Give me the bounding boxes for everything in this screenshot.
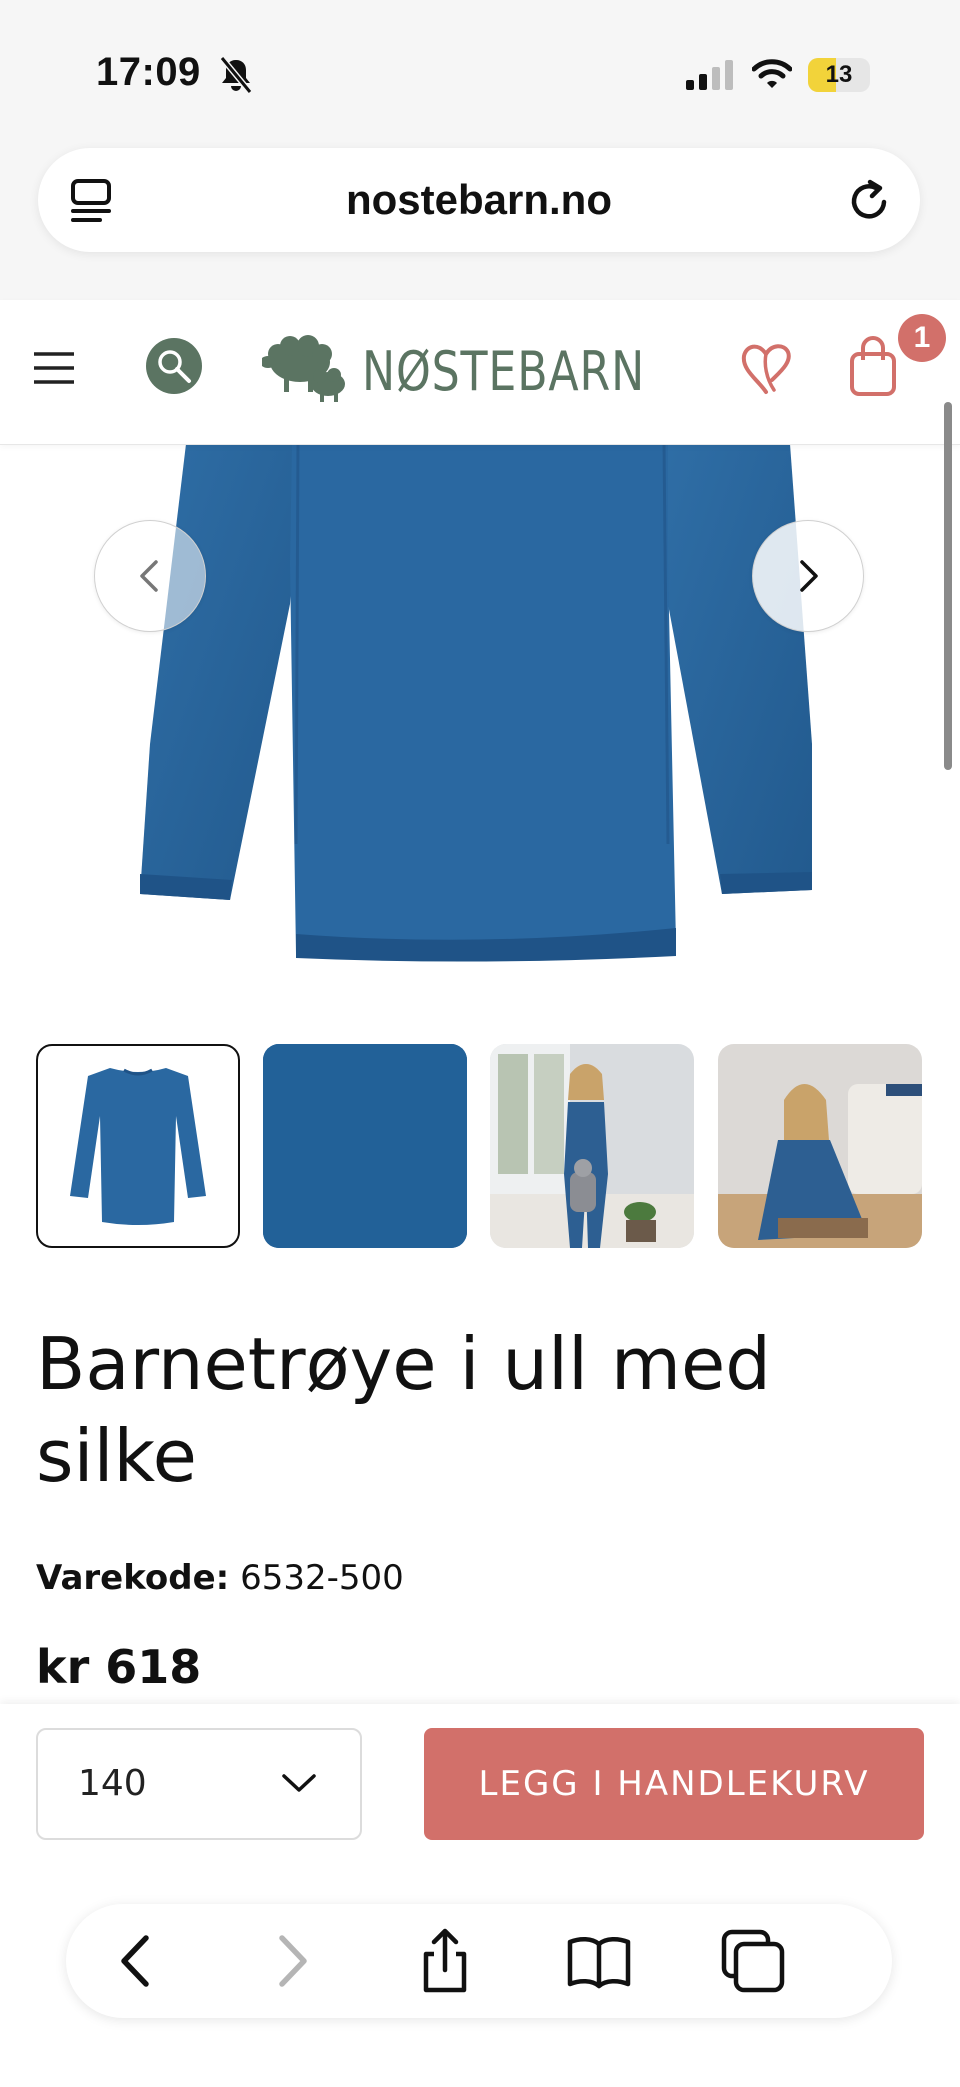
sku-label: Varekode: bbox=[36, 1558, 230, 1598]
product-title: Barnetrøye i ull med silke bbox=[36, 1322, 772, 1498]
share-button[interactable] bbox=[410, 1926, 480, 1996]
thumbnail-4[interactable] bbox=[718, 1044, 922, 1248]
forward-icon bbox=[279, 1935, 307, 1987]
chevron-right-icon bbox=[800, 560, 818, 592]
bag-icon[interactable] bbox=[848, 336, 898, 398]
size-select[interactable]: 140 bbox=[36, 1728, 362, 1840]
reload-icon[interactable] bbox=[848, 178, 892, 224]
back-button[interactable] bbox=[102, 1926, 172, 1996]
girl-standing-photo bbox=[490, 1044, 694, 1248]
thumbnail-3[interactable] bbox=[490, 1044, 694, 1248]
battery-indicator: 13 bbox=[808, 58, 870, 92]
bell-slash-icon bbox=[219, 56, 253, 94]
bookmarks-button[interactable] bbox=[564, 1926, 634, 1996]
product-price: kr 618 bbox=[36, 1640, 202, 1694]
back-icon bbox=[121, 1935, 149, 1987]
fabric-closeup-image bbox=[263, 1044, 467, 1248]
sweater-thumbnail-image bbox=[70, 1068, 206, 1225]
site-logo[interactable]: NØSTEBARN bbox=[262, 328, 644, 418]
share-icon bbox=[423, 1928, 467, 1993]
tabs-overview-icon bbox=[721, 1929, 785, 1993]
selected-size: 140 bbox=[78, 1763, 147, 1804]
chevron-down-icon bbox=[282, 1774, 316, 1792]
menu-icon[interactable] bbox=[32, 350, 76, 386]
wifi-icon bbox=[752, 59, 792, 88]
site-header: NØSTEBARN 1 bbox=[0, 300, 960, 445]
product-sku: Varekode: 6532-500 bbox=[36, 1558, 404, 1598]
product-main-image[interactable] bbox=[0, 444, 960, 1004]
status-time: 17:09 bbox=[96, 50, 201, 94]
search-icon bbox=[158, 350, 191, 383]
url-text[interactable]: nostebarn.no bbox=[38, 148, 920, 252]
status-bar: 17:09 13 bbox=[0, 0, 960, 140]
url-bar[interactable]: nostebarn.no bbox=[38, 148, 920, 252]
add-to-cart-button[interactable]: LEGG I HANDLEKURV bbox=[424, 1728, 924, 1840]
logo-text: NØSTEBARN bbox=[362, 340, 646, 403]
sheep-logo-icon bbox=[262, 335, 345, 402]
girl-playing-photo bbox=[718, 1044, 922, 1248]
forward-button[interactable] bbox=[256, 1926, 326, 1996]
purchase-bar: 140 LEGG I HANDLEKURV bbox=[0, 1704, 960, 2087]
chevron-left-icon bbox=[140, 560, 158, 592]
next-image-button[interactable] bbox=[752, 520, 864, 632]
tabs-overview-button[interactable] bbox=[718, 1926, 788, 1996]
browser-bottom-toolbar bbox=[66, 1904, 892, 2018]
bookmarks-icon bbox=[567, 1937, 631, 1989]
battery-level: 13 bbox=[825, 61, 853, 88]
previous-image-button[interactable] bbox=[94, 520, 206, 632]
cart-count-badge: 1 bbox=[898, 314, 946, 362]
heart-icon[interactable] bbox=[738, 338, 794, 398]
signal-icon bbox=[686, 60, 733, 90]
page-scrollbar[interactable] bbox=[944, 402, 952, 770]
thumbnail-2[interactable] bbox=[263, 1044, 467, 1248]
thumbnail-1[interactable] bbox=[36, 1044, 240, 1248]
search-button[interactable] bbox=[146, 338, 202, 394]
browser-address-area: nostebarn.no bbox=[0, 140, 960, 300]
sku-value: 6532-500 bbox=[240, 1558, 404, 1598]
thumbnail-strip bbox=[36, 1044, 924, 1250]
